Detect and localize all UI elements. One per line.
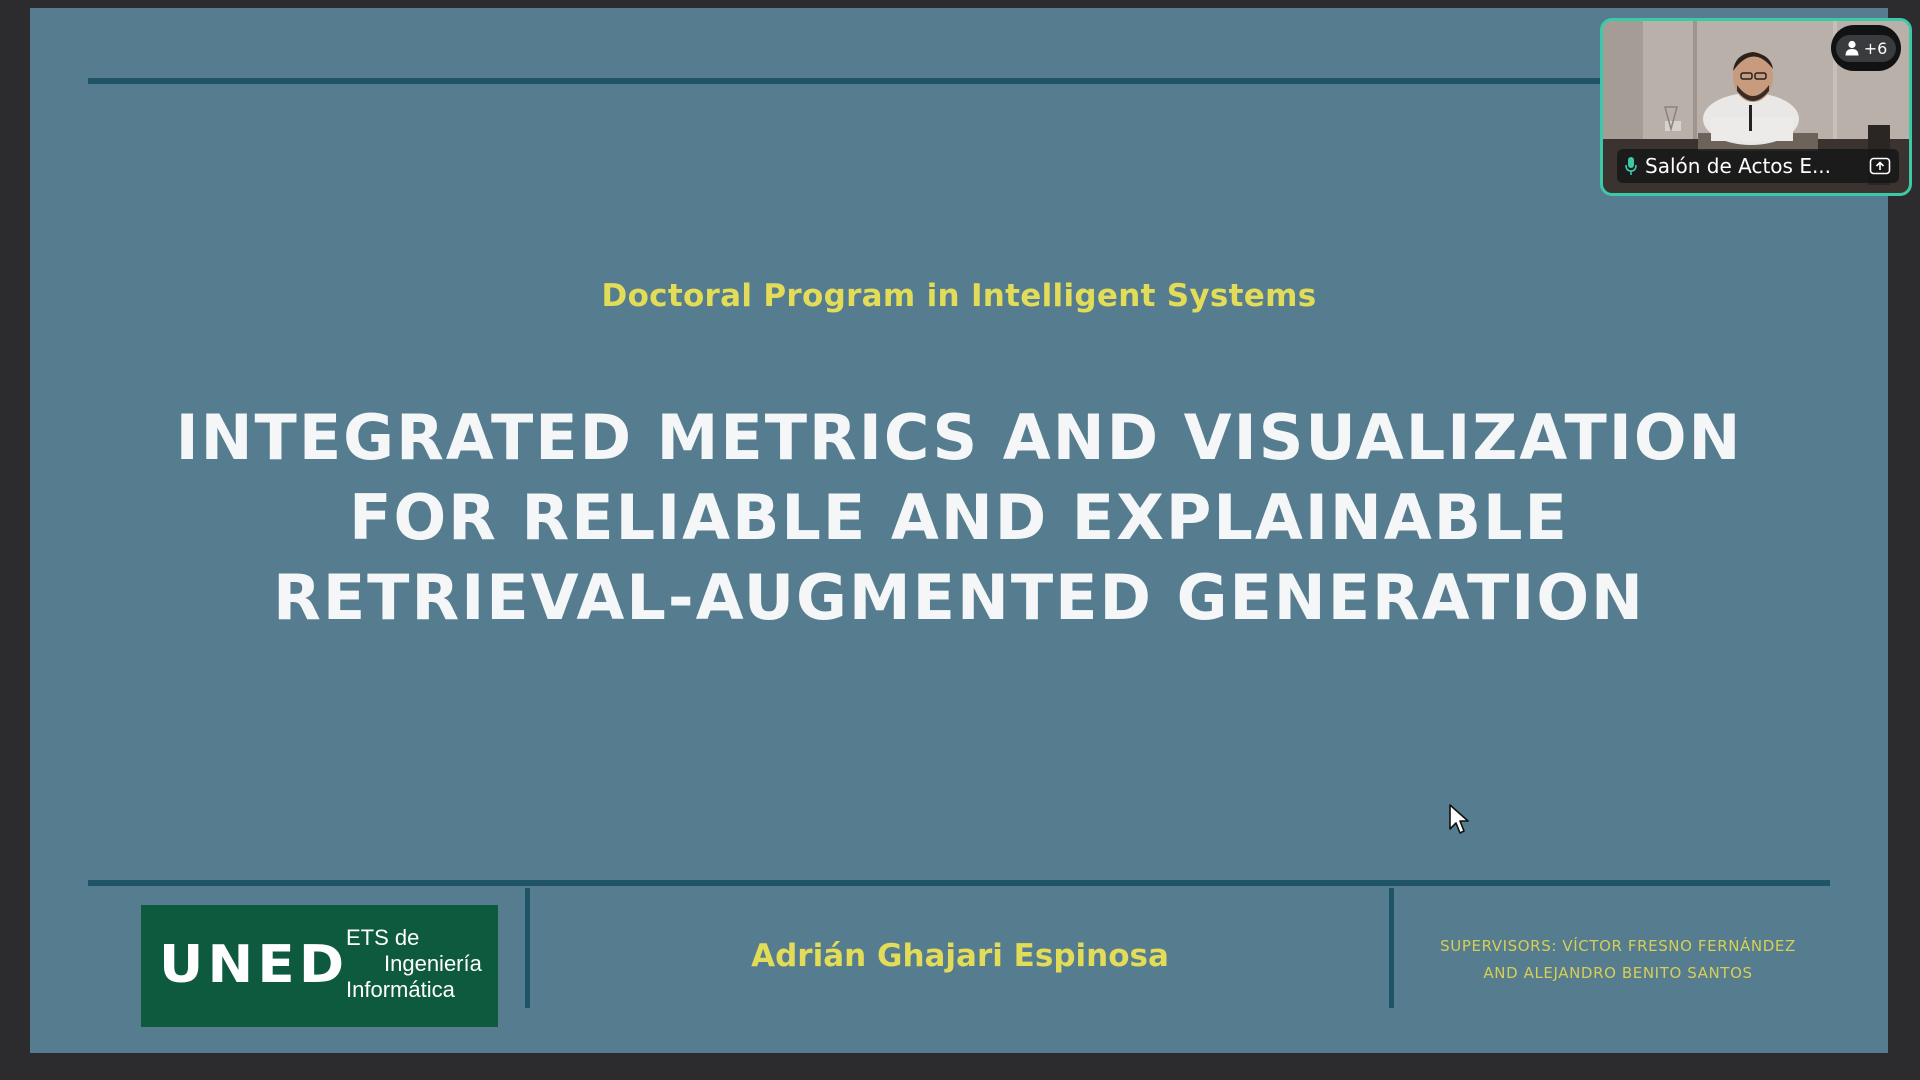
bottom-divider: [88, 880, 1830, 886]
participants-count-pill: +6: [1835, 34, 1897, 62]
participant-name-bar: Salón de Actos E...: [1617, 149, 1899, 183]
meeting-window: Doctoral Program in Intelligent Systems …: [0, 0, 1920, 1080]
uned-logo-text: ETS de Ingeniería Informática: [346, 925, 482, 1003]
program-subtitle: Doctoral Program in Intelligent Systems: [601, 278, 1317, 314]
participants-count-badge[interactable]: +6: [1831, 25, 1901, 71]
logo-text-line-2: Ingeniería: [384, 951, 482, 976]
supervisors-line-1: SUPERVISORS: VÍCTOR FRESNO FERNÁNDEZ: [1440, 937, 1796, 955]
participant-name: Salón de Actos E...: [1645, 154, 1832, 178]
slide-title: INTEGRATED METRICS AND VISUALIZATION FOR…: [30, 398, 1888, 638]
uned-logo-mark: UNED: [159, 935, 349, 995]
mouse-cursor-icon: [1449, 804, 1469, 834]
participant-video-tile[interactable]: +6 Salón de Actos E...: [1600, 18, 1912, 196]
supervisors-line-2: AND ALEJANDRO BENITO SANTOS: [1483, 964, 1753, 982]
author-name: Adrián Ghajari Espinosa: [751, 938, 1169, 974]
logo-text-line-3: Informática: [346, 977, 455, 1002]
person-icon: [1845, 40, 1859, 56]
logo-text-line-1: ETS de: [346, 925, 420, 950]
title-line-3: RETRIEVAL-AUGMENTED GENERATION: [273, 561, 1645, 634]
participants-count: +6: [1863, 38, 1888, 58]
title-line-1: INTEGRATED METRICS AND VISUALIZATION: [175, 401, 1743, 474]
top-divider: [88, 78, 1620, 84]
uned-logo: UNED ETS de Ingeniería Informática: [141, 905, 498, 1027]
microphone-icon: [1625, 157, 1637, 175]
screen-share-icon[interactable]: [1869, 157, 1891, 175]
supervisors: SUPERVISORS: VÍCTOR FRESNO FERNÁNDEZ AND…: [1398, 933, 1838, 987]
title-line-2: FOR RELIABLE AND EXPLAINABLE: [349, 481, 1569, 554]
